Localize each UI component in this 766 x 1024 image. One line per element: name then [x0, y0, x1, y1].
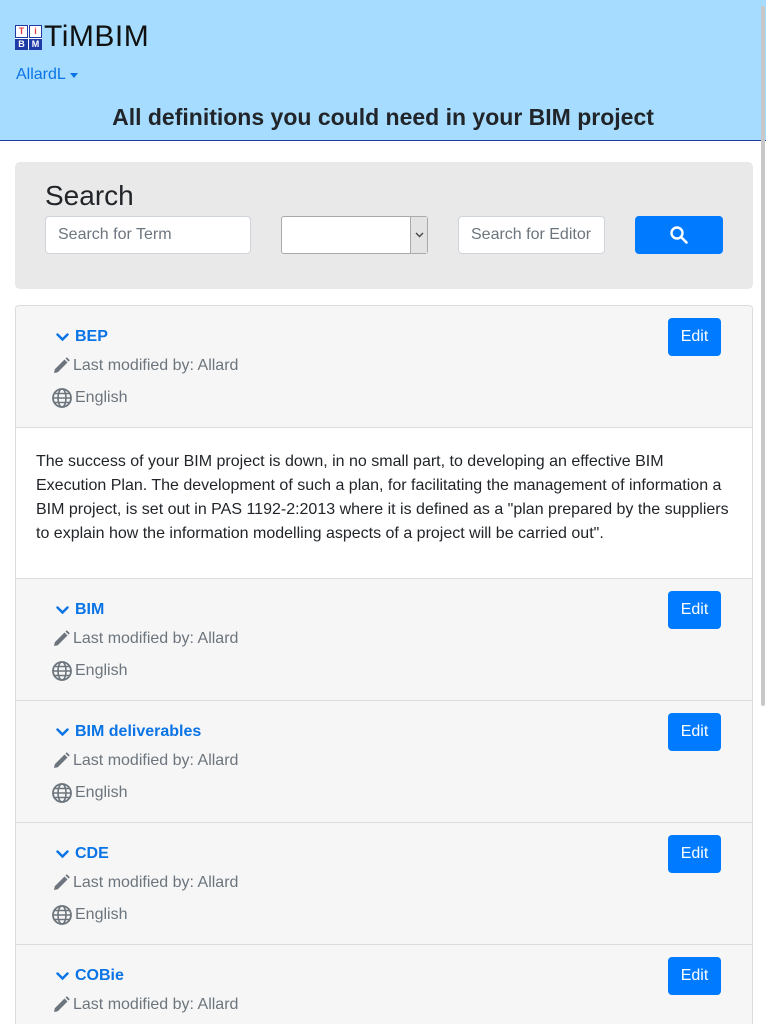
pencil-icon — [51, 751, 73, 771]
logo-letter: T — [15, 25, 28, 38]
definition-header: BIM deliverables Last modified by: Allard… — [16, 701, 752, 823]
chevron-down-icon[interactable] — [410, 217, 427, 253]
search-icon — [670, 226, 688, 244]
last-modified: Last modified by: Allard — [51, 356, 238, 376]
logo-letter: i — [29, 25, 42, 38]
pencil-icon — [51, 356, 73, 376]
pencil-icon — [51, 629, 73, 649]
definition-toggle[interactable]: COBie — [56, 967, 124, 985]
search-title: Search — [45, 180, 134, 211]
definition-toggle[interactable]: BIM deliverables — [56, 723, 201, 741]
language-text: English — [75, 389, 128, 406]
last-modified: Last modified by: Allard — [51, 873, 238, 893]
page-tagline: All definitions you could need in your B… — [112, 104, 654, 130]
last-modified-text: Last modified by: Allard — [73, 996, 239, 1013]
pencil-icon — [51, 873, 73, 893]
definition-term: BIM deliverables — [75, 723, 202, 740]
scrollbar[interactable] — [760, 0, 766, 1024]
term-search-input[interactable] — [45, 216, 251, 254]
definition-header: BEP Last modified by: Allard English Edit — [16, 306, 752, 428]
chevron-down-icon — [56, 849, 69, 859]
edit-button[interactable]: Edit — [668, 318, 721, 356]
language-info: English — [51, 660, 127, 682]
logo-letter: B — [15, 39, 28, 50]
last-modified-text: Last modified by: Allard — [73, 357, 239, 374]
edit-button[interactable]: Edit — [668, 957, 721, 995]
edit-button[interactable]: Edit — [668, 591, 721, 629]
language-info: English — [51, 387, 127, 409]
definitions-list: BEP Last modified by: Allard English Edit Th… — [15, 305, 753, 1024]
language-info: English — [51, 904, 127, 926]
definition-term: BEP — [75, 328, 108, 345]
brand-name: TiMBIM — [44, 20, 150, 53]
chevron-down-icon — [56, 727, 69, 737]
caret-down-icon — [69, 72, 78, 78]
scrollbar-thumb[interactable] — [761, 6, 765, 706]
edit-button[interactable]: Edit — [668, 835, 721, 873]
definition-toggle[interactable]: CDE — [56, 845, 109, 863]
last-modified: Last modified by: Allard — [51, 629, 238, 649]
last-modified: Last modified by: Allard — [51, 751, 238, 771]
language-text: English — [75, 662, 128, 679]
search-panel: Search — [15, 162, 753, 289]
definition-toggle[interactable]: BEP — [56, 328, 108, 346]
language-text: English — [75, 906, 128, 923]
user-menu-dropdown[interactable]: AllardL — [16, 66, 78, 84]
last-modified-text: Last modified by: Allard — [73, 752, 239, 769]
editor-search-input[interactable] — [458, 216, 605, 254]
timbim-logo: T i B M — [15, 25, 42, 50]
last-modified-text: Last modified by: Allard — [73, 630, 239, 647]
globe-icon — [51, 782, 75, 804]
last-modified: Last modified by: Allard — [51, 995, 238, 1015]
chevron-down-icon — [56, 332, 69, 342]
language-select[interactable] — [281, 216, 428, 254]
language-info: English — [51, 782, 127, 804]
definition-body: The success of your BIM project is down,… — [16, 428, 752, 579]
definition-header: CDE Last modified by: Allard English Edit — [16, 823, 752, 945]
logo-letter: M — [29, 39, 42, 50]
edit-button[interactable]: Edit — [668, 713, 721, 751]
globe-icon — [51, 904, 75, 926]
chevron-down-icon — [56, 605, 69, 615]
search-button[interactable] — [635, 216, 723, 254]
user-menu-label: AllardL — [16, 66, 66, 83]
definition-term: COBie — [75, 967, 124, 984]
chevron-down-icon — [56, 971, 69, 981]
definition-toggle[interactable]: BIM — [56, 601, 104, 619]
brand[interactable]: T i B M TiMBIM — [15, 20, 149, 54]
definition-header: COBieLast modified by: AllardEnglishEdit — [16, 945, 752, 1024]
definition-term: BIM — [75, 601, 105, 618]
definition-term: CDE — [75, 845, 109, 862]
top-header: T i B M TiMBIM AllardL All definitions y… — [0, 0, 766, 141]
language-text: English — [75, 784, 128, 801]
globe-icon — [51, 660, 75, 682]
globe-icon — [51, 387, 75, 409]
last-modified-text: Last modified by: Allard — [73, 874, 239, 891]
pencil-icon — [51, 995, 73, 1015]
definition-header: BIM Last modified by: Allard English Edit — [16, 579, 752, 701]
